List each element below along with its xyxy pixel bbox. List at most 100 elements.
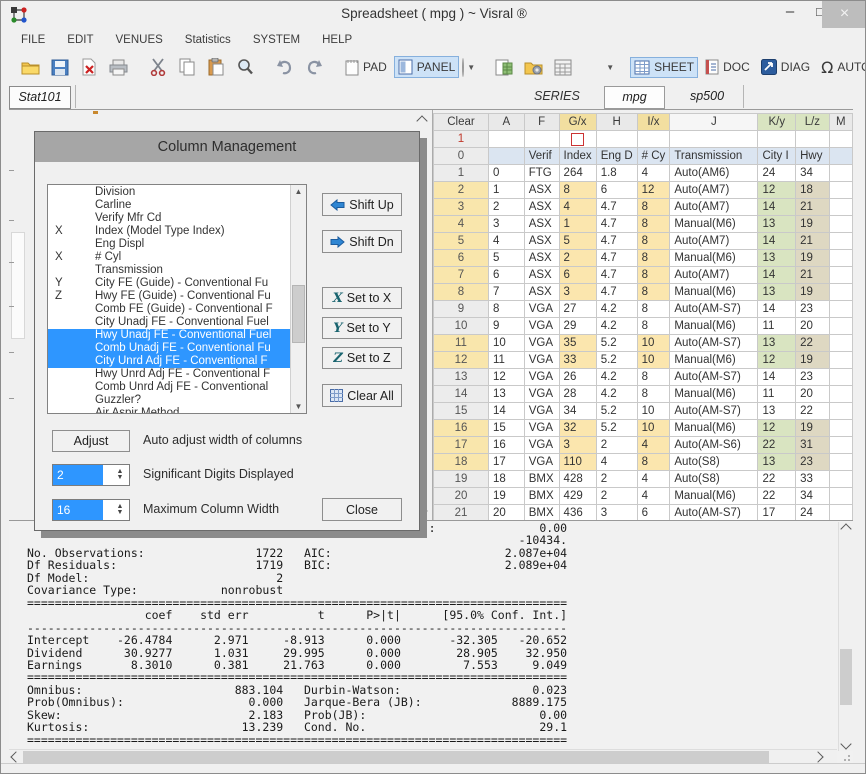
list-item[interactable]: XIndex (Model Type Index) bbox=[48, 225, 290, 238]
column-header[interactable]: I/x bbox=[637, 114, 670, 131]
cell[interactable] bbox=[488, 148, 524, 165]
cell[interactable]: Auto(AM7) bbox=[670, 182, 758, 199]
open-file-button[interactable] bbox=[17, 56, 44, 79]
resize-grip[interactable] bbox=[840, 751, 850, 761]
cell[interactable]: 13 bbox=[758, 216, 796, 233]
list-item[interactable]: ZHwy FE (Guide) - Conventional Fu bbox=[48, 290, 290, 303]
cell[interactable]: 2 bbox=[596, 437, 637, 454]
chevron-down-icon[interactable]: ▼ bbox=[606, 63, 614, 72]
cell[interactable]: 2 bbox=[596, 471, 637, 488]
scroll-up-icon[interactable] bbox=[839, 522, 853, 536]
cell[interactable]: 21 bbox=[796, 233, 830, 250]
undo-icon[interactable] bbox=[271, 56, 298, 79]
cell[interactable]: 26 bbox=[559, 369, 596, 386]
set-to-z-button[interactable]: Z Set to Z bbox=[322, 347, 402, 369]
cell[interactable]: 10 bbox=[637, 403, 670, 420]
cell[interactable]: 14 bbox=[758, 369, 796, 386]
cell[interactable]: 15 bbox=[488, 420, 524, 437]
spinner-arrows-icon[interactable]: ▲▼ bbox=[111, 504, 129, 516]
cell[interactable]: 4.7 bbox=[596, 233, 637, 250]
cell[interactable]: 12 bbox=[758, 420, 796, 437]
cell[interactable]: 4.7 bbox=[596, 216, 637, 233]
cell[interactable]: 1.8 bbox=[596, 165, 637, 182]
list-scroll-thumb[interactable] bbox=[292, 285, 305, 343]
cell[interactable]: VGA bbox=[524, 386, 559, 403]
cell[interactable]: 8 bbox=[637, 216, 670, 233]
significant-digits-value[interactable]: 2 bbox=[53, 465, 103, 485]
cell[interactable]: 2 bbox=[596, 488, 637, 505]
row-number[interactable]: 7 bbox=[434, 267, 489, 284]
cell[interactable]: 34 bbox=[796, 165, 830, 182]
cell[interactable] bbox=[829, 437, 852, 454]
cell[interactable] bbox=[829, 267, 852, 284]
adjust-button[interactable]: Adjust bbox=[52, 430, 130, 452]
cell[interactable]: 10 bbox=[637, 335, 670, 352]
cell[interactable]: 0 bbox=[488, 165, 524, 182]
cell[interactable]: 3 bbox=[596, 505, 637, 522]
cell[interactable]: 12 bbox=[488, 369, 524, 386]
cell[interactable]: 8 bbox=[637, 369, 670, 386]
cell[interactable]: 2 bbox=[488, 199, 524, 216]
list-item[interactable]: Verify Mfr Cd bbox=[48, 212, 290, 225]
horizontal-scroll-thumb[interactable] bbox=[23, 751, 769, 763]
list-item[interactable]: Guzzler? bbox=[48, 394, 290, 407]
cell[interactable]: 4 bbox=[637, 488, 670, 505]
cell[interactable] bbox=[829, 403, 852, 420]
cell[interactable]: 2 bbox=[559, 250, 596, 267]
cell[interactable] bbox=[559, 131, 596, 148]
spinner-arrows-icon[interactable]: ▲▼ bbox=[111, 469, 129, 481]
cell[interactable]: 428 bbox=[559, 471, 596, 488]
column-header[interactable]: J bbox=[670, 114, 758, 131]
sheet-list-icon[interactable] bbox=[550, 56, 576, 79]
cell[interactable] bbox=[829, 386, 852, 403]
cell[interactable] bbox=[758, 131, 796, 148]
cell[interactable]: 6 bbox=[488, 267, 524, 284]
diag-button[interactable]: DIAG bbox=[757, 56, 814, 78]
cell[interactable]: 10 bbox=[637, 420, 670, 437]
cell[interactable]: 4.2 bbox=[596, 318, 637, 335]
cell[interactable]: 5.2 bbox=[596, 420, 637, 437]
cell[interactable]: 3 bbox=[559, 284, 596, 301]
cell[interactable] bbox=[829, 131, 852, 148]
minimize-button[interactable]: – bbox=[779, 3, 801, 30]
cell[interactable]: 35 bbox=[559, 335, 596, 352]
cell[interactable]: BMX bbox=[524, 488, 559, 505]
cell[interactable]: 14 bbox=[758, 233, 796, 250]
cell[interactable] bbox=[829, 488, 852, 505]
output-vertical-scrollbar[interactable] bbox=[838, 522, 853, 751]
cell[interactable]: Eng D bbox=[596, 148, 637, 165]
cell[interactable]: 12 bbox=[758, 182, 796, 199]
cell[interactable]: 6 bbox=[559, 267, 596, 284]
cell[interactable]: 7 bbox=[488, 284, 524, 301]
cell[interactable]: 5.2 bbox=[596, 352, 637, 369]
cell[interactable]: VGA bbox=[524, 352, 559, 369]
cell[interactable]: 24 bbox=[796, 505, 830, 522]
cell[interactable]: 9 bbox=[488, 318, 524, 335]
cell[interactable]: 34 bbox=[796, 488, 830, 505]
cell[interactable] bbox=[829, 284, 852, 301]
chevron-down-icon[interactable]: ▼ bbox=[467, 63, 475, 72]
cell[interactable]: 12 bbox=[758, 352, 796, 369]
cell[interactable]: 23 bbox=[796, 301, 830, 318]
print-button[interactable] bbox=[105, 56, 132, 79]
row-number[interactable]: 2 bbox=[434, 182, 489, 199]
cell[interactable] bbox=[670, 131, 758, 148]
cell[interactable]: 8 bbox=[637, 250, 670, 267]
row-number[interactable]: 4 bbox=[434, 216, 489, 233]
list-scrollbar[interactable]: ▲ ▼ bbox=[290, 185, 306, 413]
cell[interactable]: 5.2 bbox=[596, 335, 637, 352]
cell[interactable]: Auto(S8) bbox=[670, 454, 758, 471]
cell[interactable]: 20 bbox=[488, 505, 524, 522]
cell[interactable]: Manual(M6) bbox=[670, 386, 758, 403]
cell[interactable] bbox=[829, 165, 852, 182]
cell[interactable]: 429 bbox=[559, 488, 596, 505]
cell[interactable]: Verif bbox=[524, 148, 559, 165]
cell[interactable]: 19 bbox=[796, 420, 830, 437]
cell[interactable]: 4.7 bbox=[596, 284, 637, 301]
cell[interactable]: 29 bbox=[559, 318, 596, 335]
list-item[interactable]: Transmission bbox=[48, 264, 290, 277]
cell[interactable]: Auto(AM-S6) bbox=[670, 437, 758, 454]
row-number[interactable]: 21 bbox=[434, 505, 489, 522]
cell[interactable]: 14 bbox=[758, 301, 796, 318]
menu-venues[interactable]: VENUES bbox=[116, 34, 176, 46]
